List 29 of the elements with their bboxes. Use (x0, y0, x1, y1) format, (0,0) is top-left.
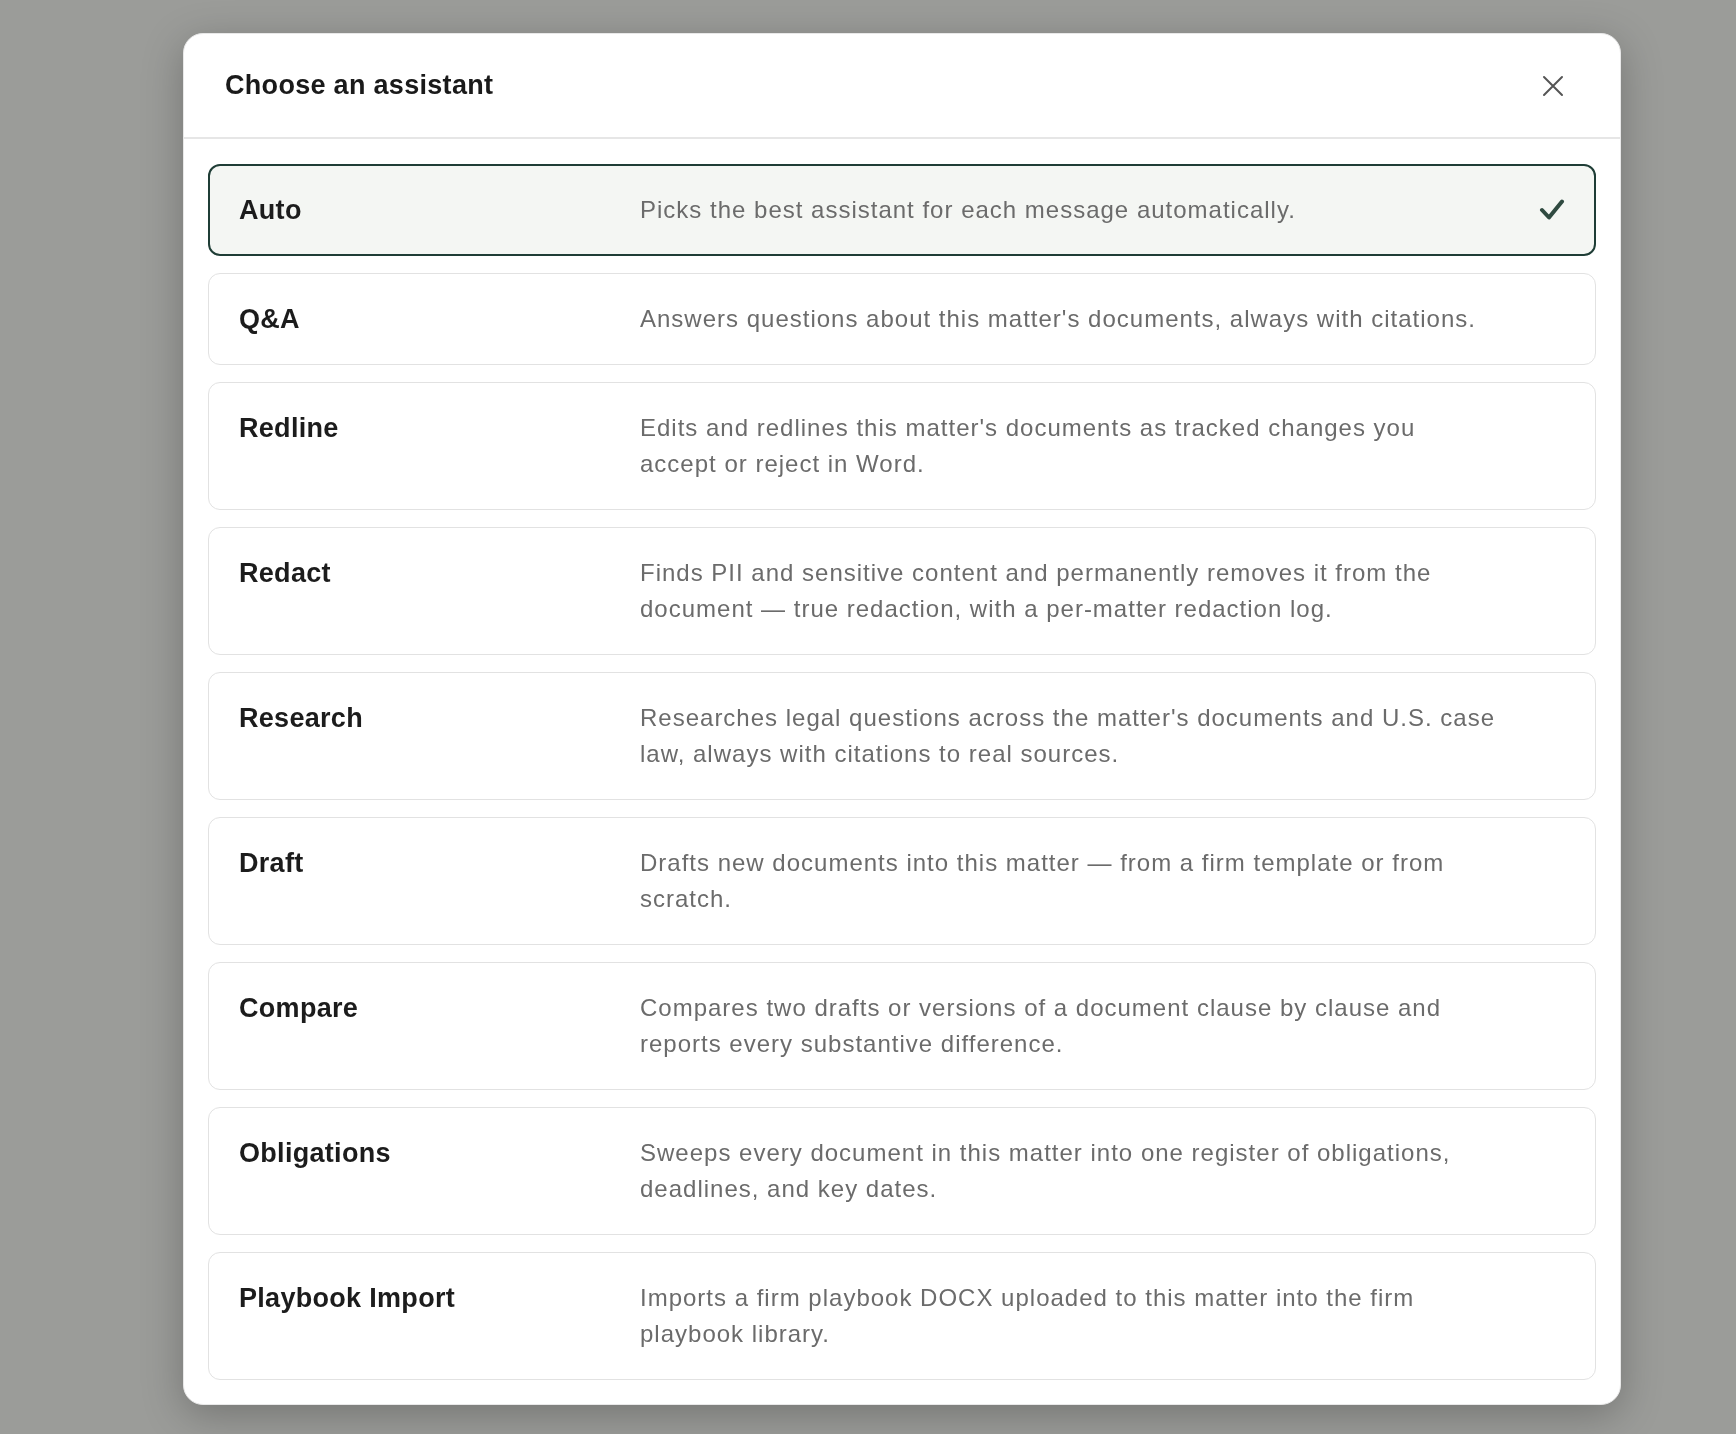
dialog-title: Choose an assistant (225, 69, 494, 103)
assistant-option[interactable]: Playbook Import Imports a firm playbook DOCX uploaded to this matter into the firm playbook library. (208, 1252, 1596, 1380)
assistant-name: Compare (239, 992, 360, 1025)
assistant-option[interactable]: Redact Finds PII and sensitive content and permanently removes it from the document — true redaction, with a per-matter redaction log. (208, 527, 1596, 655)
assistant-name: Q&A (239, 303, 301, 336)
close-icon (1542, 74, 1564, 97)
assistant-description: Answers questions about this matter's documents, always with citations. (640, 304, 1477, 334)
assistant-option[interactable]: Compare Compares two drafts or versions of a document clause by clause and reports every substantive difference. (208, 962, 1596, 1090)
assistant-description: Sweeps every document in this matter into one register of obligations, deadlines, and key dates. (640, 1138, 1452, 1204)
assistant-name: Redline (239, 412, 340, 445)
assistant-description: Edits and redlines this matter's documents as tracked changes you accept or reject in Word. (640, 413, 1417, 479)
assistant-description: Drafts new documents into this matter — from a firm template or from scratch. (640, 848, 1446, 914)
assistant-description: Picks the best assistant for each message automatically. (640, 195, 1297, 225)
assistant-option[interactable]: Obligations Sweeps every document in this matter into one register of obligations, deadlines, and key dates. (208, 1107, 1596, 1235)
assistant-name: Playbook Import (239, 1282, 457, 1315)
assistant-name: Research (239, 702, 364, 735)
assistant-name: Draft (239, 847, 305, 880)
assistant-name: Auto (239, 194, 303, 227)
assistant-option[interactable]: Draft Drafts new documents into this matter — from a firm template or from scratch. (208, 817, 1596, 945)
assistant-description: Researches legal questions across the matter's documents and U.S. case law, always with citations to real sources. (640, 703, 1496, 769)
assistant-option[interactable]: Research Researches legal questions across the matter's documents and U.S. case law, always with citations to real sources. (208, 672, 1596, 800)
assistant-description: Imports a firm playbook DOCX uploaded to this matter into the firm playbook library. (640, 1283, 1416, 1349)
assistant-option[interactable]: Q&A Answers questions about this matter's documents, always with citations. (208, 273, 1596, 365)
assistant-name: Redact (239, 557, 332, 590)
assistant-description: Compares two drafts or versions of a document clause by clause and reports every substantive difference. (640, 993, 1443, 1059)
assistant-option[interactable]: Auto Picks the best assistant for each message automatically. (208, 164, 1596, 256)
assistant-name: Obligations (239, 1137, 392, 1170)
assistant-option[interactable]: Redline Edits and redlines this matter's documents as tracked changes you accept or reject in Word. (208, 382, 1596, 510)
assistant-description: Finds PII and sensitive content and permanently removes it from the document — true redaction, with a per-matter redaction log. (640, 558, 1433, 624)
